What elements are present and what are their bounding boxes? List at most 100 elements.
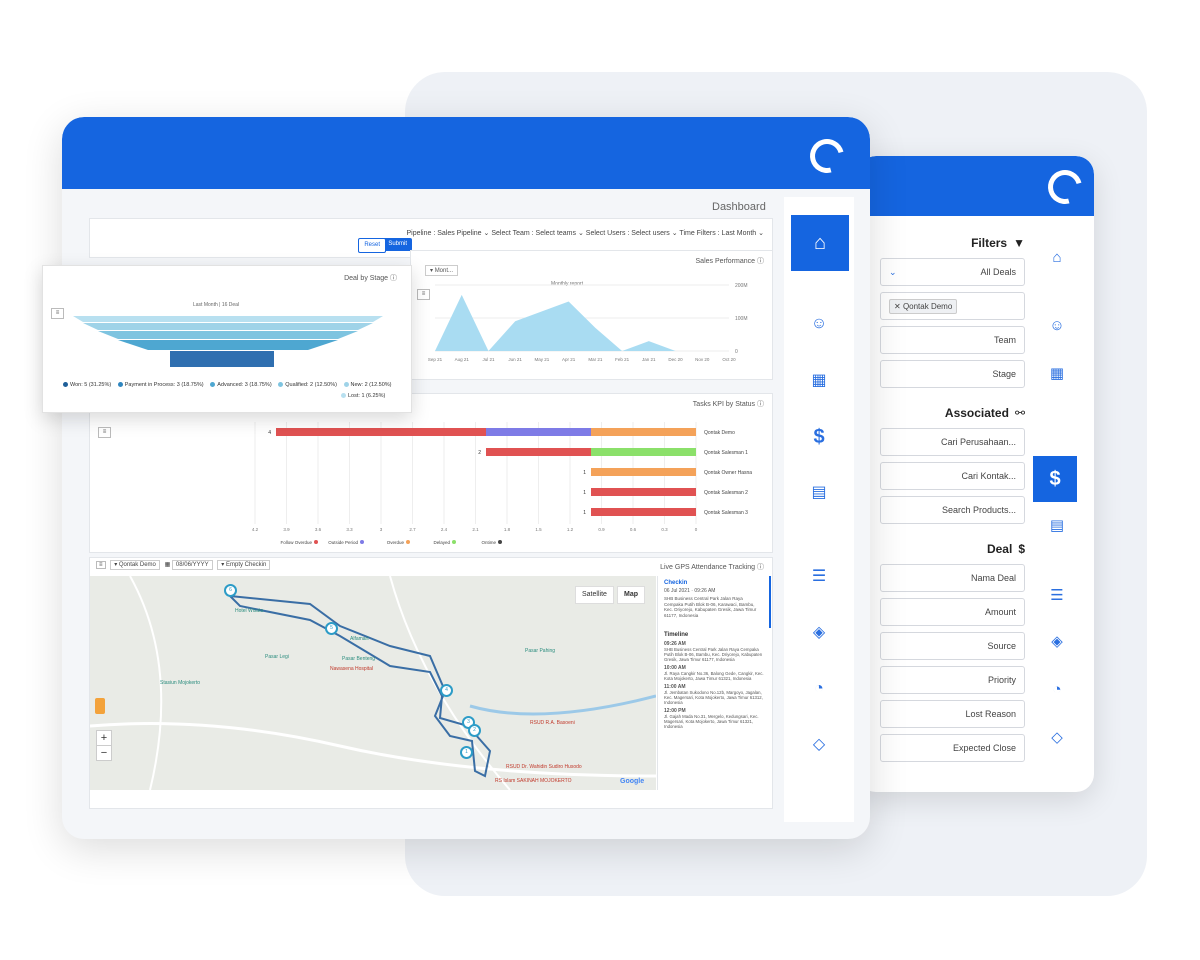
x-tick-label: 0.6	[630, 527, 637, 532]
contact-search[interactable]: Cari Kontak...	[880, 462, 1025, 490]
deal-filters: Filters ▼ ⌄ All Deals ✕ Qontak Demo Team S…	[880, 234, 1025, 762]
filter-text[interactable]: Pipeline : Sales Pipeline ⌄ Select Team …	[406, 229, 764, 237]
map-poi: Pasar Pahing	[525, 648, 556, 654]
funnel-legend: Won: 5 (31.25%) Payment in Process: 3 (1…	[61, 382, 392, 388]
y-tick-label: 0	[735, 349, 738, 355]
calendar-icon[interactable]: ▤	[1045, 514, 1069, 538]
map-poi: Alfamart	[350, 636, 369, 642]
dollar-icon[interactable]: $	[1033, 456, 1077, 502]
list-icon[interactable]: ☰	[1045, 584, 1069, 608]
owner-filter[interactable]: ✕ Qontak Demo	[880, 292, 1025, 320]
x-tick-label: 0.9	[598, 527, 605, 532]
x-tick-label: May 21	[535, 357, 550, 362]
route-pin[interactable]: 4	[440, 684, 453, 697]
all-deals-select[interactable]: ⌄ All Deals	[880, 258, 1025, 286]
date-field[interactable]: 08/06/YYYY	[171, 560, 213, 570]
gps-filters: ≡ ▾ Qontak Demo ▦ 08/06/YYYY ▾ Empty Che…	[96, 560, 271, 570]
chevron-down-icon: ⌄	[889, 266, 897, 277]
y-category-label: Qontak Owner Hasna	[704, 470, 752, 476]
funnel-stage	[170, 351, 274, 367]
gps-tracking-card: Live GPS Attendance Tracking ⓘ ≡ ▾ Qonta…	[89, 557, 773, 809]
dollar-icon: $	[1018, 542, 1025, 556]
link-icon: ⚯	[1014, 406, 1025, 420]
bar-total-label: 2	[478, 450, 481, 456]
street-view-icon[interactable]	[95, 698, 105, 714]
amount-field[interactable]: Amount	[880, 598, 1025, 626]
stage-field[interactable]: Stage	[880, 360, 1025, 388]
tasks-kpi-bar-chart: 0 0.3 0.6 0.9 1.2 1.5 1.8 2.1 2.4 2.7 3 3.3 3.6 3.9 4.…	[252, 422, 752, 545]
tag-icon[interactable]: ◇	[1045, 726, 1069, 750]
checkin-select[interactable]: ▾ Empty Checkin	[217, 560, 271, 570]
x-tick-label: 2.4	[441, 527, 448, 532]
x-tick-label: Jul 21	[482, 357, 495, 362]
satellite-type-button[interactable]: Satellite	[575, 586, 614, 604]
map-type-button[interactable]: Map	[617, 586, 645, 604]
x-tick-label: Jun 21	[508, 357, 522, 362]
legend-label: Overdue	[387, 540, 405, 545]
google-logo: Google	[620, 778, 645, 785]
home-icon[interactable]: ⌂	[1045, 246, 1069, 270]
pie-icon[interactable]: ◔	[807, 677, 831, 701]
deal-name-field[interactable]: Nama Deal	[880, 564, 1025, 592]
owner-tag[interactable]: ✕ Qontak Demo	[889, 298, 958, 314]
funnel-legend-lost: Lost: 1 (6.25%)	[339, 393, 385, 399]
user-select[interactable]: ▾ Qontak Demo	[110, 560, 160, 570]
priority-field[interactable]: Priority	[880, 666, 1025, 694]
people-icon[interactable]: ☺	[1045, 314, 1069, 338]
sales-area-chart: 0 100M 200M Sep 21 Aug 21 Jul 21 Jun 21 May 21 A…	[428, 283, 748, 362]
timeline-item[interactable]: 11:00 AM Jl. Jembatan Sukodono No.12b, Ma…	[664, 684, 765, 705]
layers-icon[interactable]: ◈	[807, 621, 831, 645]
expected-close-field[interactable]: Expected Close	[880, 734, 1025, 762]
pie-icon[interactable]: ◔	[1045, 678, 1069, 702]
route-pin[interactable]: 2	[468, 724, 481, 737]
dollar-icon[interactable]: $	[807, 425, 831, 449]
route-pin[interactable]: 1	[460, 746, 473, 759]
map-view[interactable]: 6 5 4 3 2 1 RSUD Dr. Wahidin Sudiro Huso…	[90, 576, 656, 790]
legend-item: Qualified: 2 (12.50%)	[276, 382, 337, 388]
x-tick-label: 0	[695, 527, 698, 532]
kpi-bar	[486, 428, 591, 436]
funnel-stage	[73, 316, 383, 322]
zoom-in-button[interactable]: +	[96, 730, 112, 746]
building-icon[interactable]: ▦	[1045, 362, 1069, 386]
legend-item: Won: 5 (31.25%)	[61, 382, 111, 388]
x-tick-label: 4.2	[252, 527, 259, 532]
x-tick-label: 1.5	[535, 527, 542, 532]
team-field[interactable]: Team	[880, 326, 1025, 354]
x-tick-label: 0.3	[661, 527, 668, 532]
x-tick-label: Mar 21	[588, 357, 603, 362]
filters-heading: Filters ▼	[971, 236, 1025, 250]
reset-button[interactable]: Reset	[358, 238, 386, 253]
funnel-chart	[73, 316, 383, 367]
timeline-item[interactable]: 10:00 AM Jl. Raya Cangkir No.36, Balong G…	[664, 665, 765, 681]
x-tick-label: 3.9	[283, 527, 290, 532]
kpi-bar	[486, 448, 591, 456]
x-tick-label: Apr 21	[562, 357, 576, 362]
tag-icon[interactable]: ◇	[807, 733, 831, 757]
timeline-item[interactable]: 09:26 AM SHB Business Central Park Jalan …	[664, 641, 765, 662]
source-field[interactable]: Source	[880, 632, 1025, 660]
lost-reason-field[interactable]: Lost Reason	[880, 700, 1025, 728]
x-tick-label: 1.8	[504, 527, 511, 532]
menu-icon[interactable]: ≡	[96, 561, 106, 569]
deals-window: Filters ▼ ⌄ All Deals ✕ Qontak Demo Team S…	[858, 156, 1094, 792]
layers-icon[interactable]: ◈	[1045, 630, 1069, 654]
route-pin[interactable]: 6	[224, 584, 237, 597]
people-icon[interactable]: ☺	[807, 312, 831, 336]
home-icon[interactable]: ⌂	[791, 215, 849, 271]
product-search[interactable]: Search Products...	[880, 496, 1025, 524]
timeline-item[interactable]: 12:00 PM Jl. Gajah Mada No.31, Mergelo, K…	[664, 708, 765, 729]
y-category-label: Qontak Salesman 3	[704, 510, 748, 516]
zoom-out-button[interactable]: −	[96, 745, 112, 761]
page-title: Dashboard	[712, 201, 766, 213]
dashboard-window: ⌂ ☺ ▦ $ ▤ ☰ ◈ ◔ ◇ Dashboard Pipeline : S…	[62, 117, 870, 839]
route-pin[interactable]: 5	[325, 622, 338, 635]
list-icon[interactable]: ☰	[807, 565, 831, 589]
calendar-icon[interactable]: ▤	[807, 481, 831, 505]
legend-label: Follow Overdue	[280, 540, 312, 545]
submit-button[interactable]: Submit	[383, 238, 412, 251]
legend-marker	[406, 540, 410, 544]
area-series	[435, 294, 729, 351]
building-icon[interactable]: ▦	[807, 369, 831, 393]
company-search[interactable]: Cari Perusahaan...	[880, 428, 1025, 456]
